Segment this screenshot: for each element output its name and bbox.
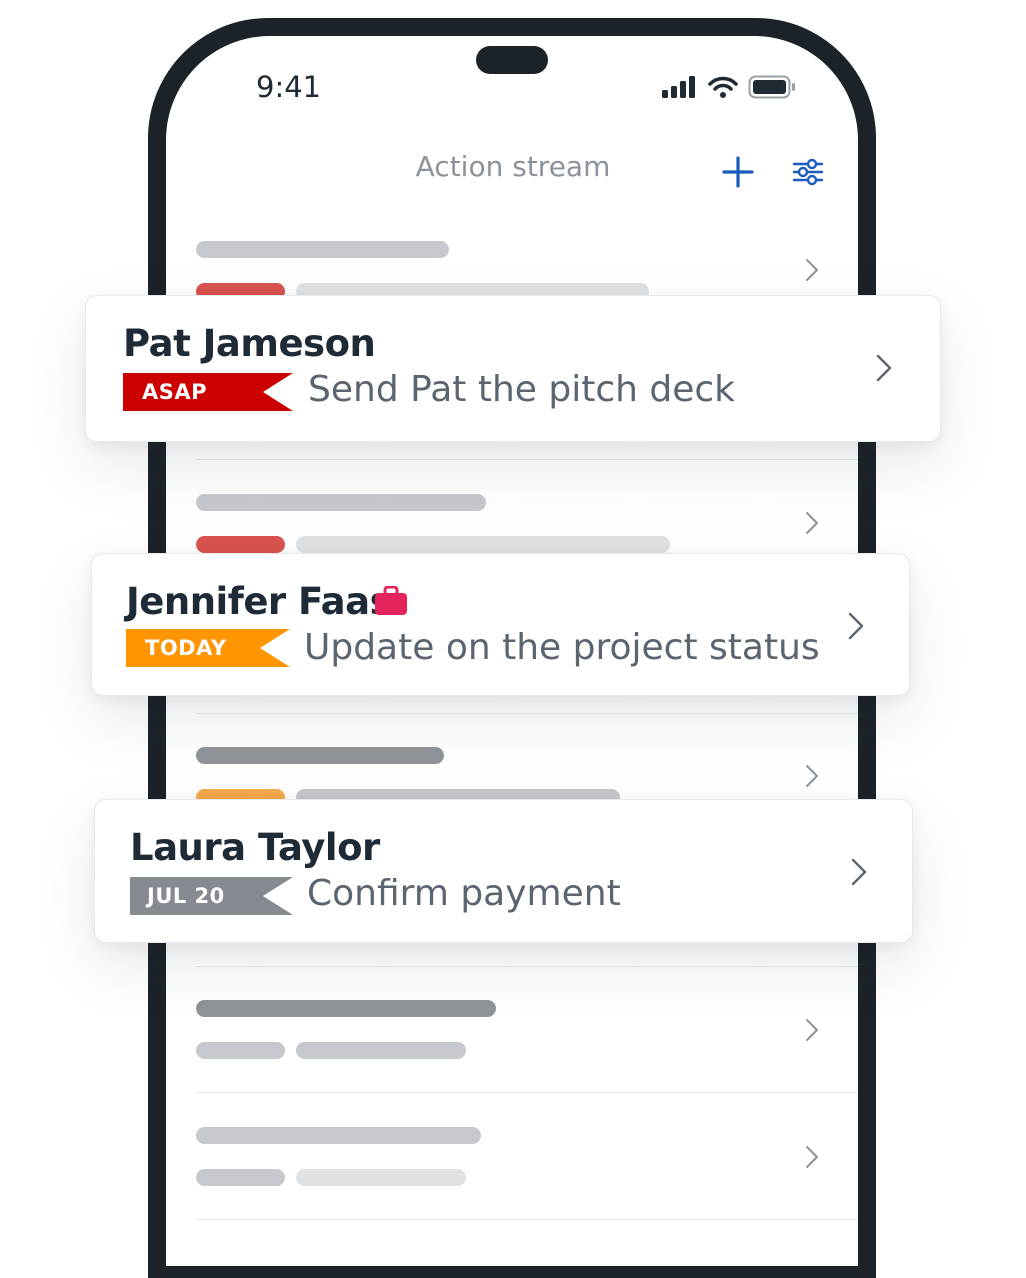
skeleton-line	[196, 747, 444, 764]
badge-label: ASAP	[142, 380, 208, 404]
skeleton-line	[196, 1000, 496, 1017]
divider	[196, 966, 858, 967]
status-icons	[662, 74, 796, 100]
badge-label: JUL 20	[147, 884, 225, 908]
chevron-right-icon	[876, 354, 892, 382]
skeleton-badge	[196, 1042, 285, 1059]
skeleton-line	[296, 1042, 466, 1059]
divider	[196, 459, 858, 460]
status-time: 9:41	[256, 70, 322, 104]
chevron-right-icon	[806, 1019, 818, 1041]
chevron-right-icon	[806, 259, 818, 281]
page-title: Action stream	[415, 150, 611, 183]
skeleton-line	[296, 536, 670, 553]
add-button[interactable]	[722, 156, 754, 191]
chevron-right-icon	[848, 612, 864, 640]
skeleton-badge	[196, 536, 285, 553]
plus-icon	[722, 156, 754, 188]
chevron-right-icon	[806, 765, 818, 787]
contact-name: Laura Taylor	[130, 826, 380, 869]
chevron-right-icon	[851, 858, 867, 886]
task-text: Confirm payment	[307, 873, 621, 914]
action-card-jennifer-faas[interactable]: Jennifer Faas TODAY Update on the projec…	[91, 553, 910, 696]
action-card-laura-taylor[interactable]: Laura Taylor JUL 20 Confirm payment	[94, 799, 913, 943]
skeleton-line	[196, 241, 449, 258]
dynamic-island	[476, 46, 548, 74]
sliders-icon	[792, 158, 824, 186]
skeleton-line	[196, 494, 486, 511]
divider	[196, 713, 858, 714]
contact-name: Pat Jameson	[123, 322, 376, 365]
skeleton-line	[296, 1169, 466, 1186]
wifi-icon	[708, 76, 738, 98]
task-text: Update on the project status	[304, 627, 820, 668]
chevron-right-icon	[806, 1146, 818, 1168]
divider	[196, 1219, 858, 1220]
briefcase-icon	[375, 586, 407, 615]
skeleton-badge	[196, 1169, 285, 1186]
signal-icon	[662, 76, 695, 98]
due-date-badge: JUL 20	[130, 877, 293, 915]
priority-badge: TODAY	[126, 629, 290, 667]
contact-name: Jennifer Faas	[126, 580, 392, 623]
filter-button[interactable]	[792, 157, 824, 190]
divider	[196, 1092, 858, 1093]
battery-icon	[748, 75, 795, 99]
action-card-pat-jameson[interactable]: Pat Jameson ASAP Send Pat the pitch deck	[85, 295, 941, 442]
skeleton-line	[196, 1127, 481, 1144]
priority-badge: ASAP	[123, 373, 293, 411]
chevron-right-icon	[806, 512, 818, 534]
task-text: Send Pat the pitch deck	[308, 369, 736, 410]
badge-label: TODAY	[145, 636, 227, 660]
